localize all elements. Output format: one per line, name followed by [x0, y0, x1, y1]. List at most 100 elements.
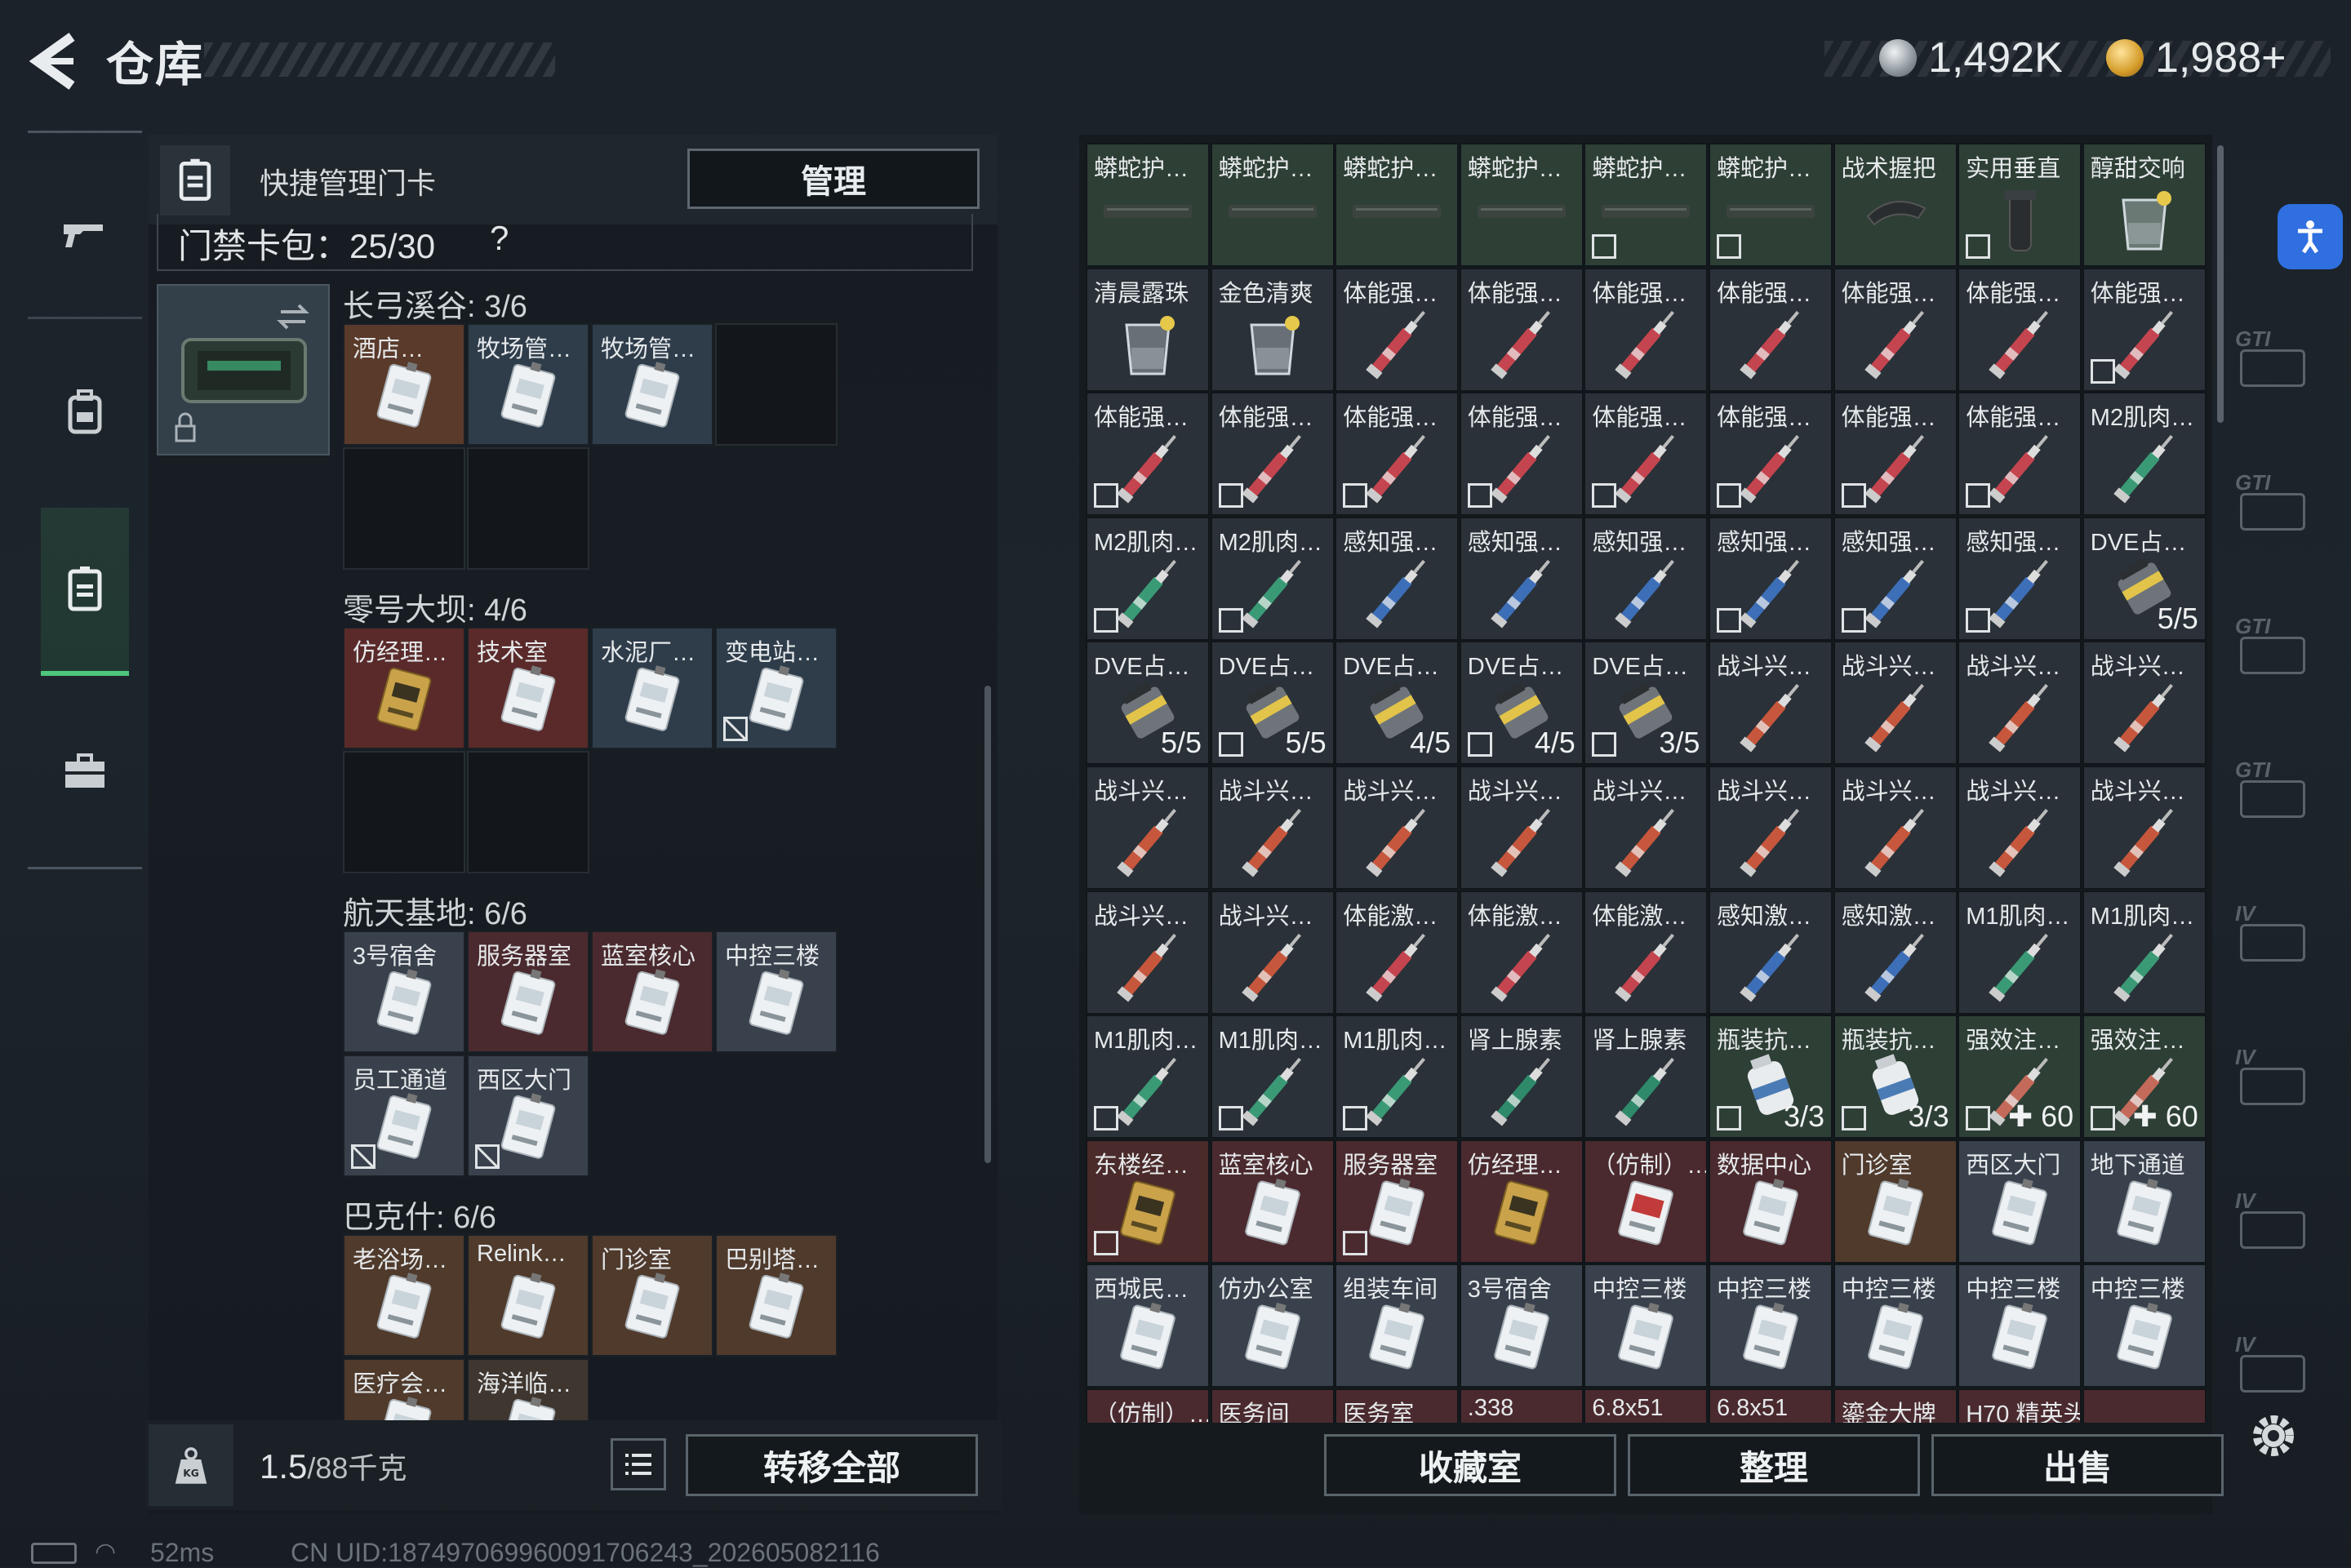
keycard-slot[interactable]: 牧场管…	[591, 323, 713, 446]
category-filter-icon[interactable]: IV	[2229, 1045, 2318, 1118]
storage-item[interactable]: 感知强…	[1335, 516, 1460, 641]
storage-item[interactable]: DVE占… 5/5	[1210, 641, 1335, 766]
storage-item[interactable]	[2082, 1388, 2207, 1423]
empty-card-slot[interactable]	[343, 447, 465, 570]
storage-item[interactable]: 强效注… ✚ 60	[2082, 1015, 2207, 1139]
storage-item[interactable]: 体能强…	[1958, 267, 2082, 392]
keycard-slot[interactable]: 门诊室	[591, 1234, 713, 1357]
storage-item[interactable]: 蟒蛇护…	[1709, 143, 1833, 267]
storage-item[interactable]: 体能强…	[1086, 392, 1210, 517]
storage-item[interactable]: 鎏金大牌	[1833, 1388, 1958, 1423]
storage-item[interactable]: M2肌肉…	[1210, 516, 1335, 641]
storage-item[interactable]: M2肌肉…	[2082, 392, 2207, 517]
storage-item[interactable]: DVE占… 5/5	[2082, 516, 2207, 641]
storage-item[interactable]: 感知强…	[1958, 516, 2082, 641]
gear-icon[interactable]	[2245, 1407, 2302, 1464]
empty-card-slot[interactable]	[715, 323, 838, 446]
storage-item[interactable]: 西城民…	[1086, 1264, 1210, 1388]
scrollbar[interactable]	[2217, 145, 2224, 423]
storage-item[interactable]: 瓶装抗… 3/3	[1709, 1015, 1833, 1139]
storage-item[interactable]: 组装车间	[1335, 1264, 1460, 1388]
transfer-all-button[interactable]: 转移全部	[686, 1434, 978, 1496]
storage-item[interactable]: 体能强…	[1958, 392, 2082, 517]
storage-item[interactable]: M1肌肉…	[2082, 890, 2207, 1015]
storage-item[interactable]: 战斗兴…	[1210, 890, 1335, 1015]
storage-item[interactable]: 体能激…	[1459, 890, 1584, 1015]
storage-item[interactable]: 战斗兴…	[1459, 766, 1584, 890]
keycard-slot[interactable]: 3号宿舍	[343, 931, 465, 1053]
storage-item[interactable]: 清晨露珠	[1086, 267, 1210, 392]
storage-item[interactable]: M1肌肉…	[1086, 1015, 1210, 1139]
keycard-slot[interactable]: 蓝室核心	[591, 931, 713, 1053]
accessibility-icon[interactable]	[2278, 204, 2343, 269]
keycard-slot[interactable]: 仿经理…	[343, 627, 465, 749]
storage-item[interactable]: 体能激…	[1584, 890, 1709, 1015]
storage-item[interactable]: 体能强…	[1833, 267, 1958, 392]
storage-item[interactable]: DVE占… 3/5	[1584, 641, 1709, 766]
storage-item[interactable]: 医务室	[1335, 1388, 1460, 1423]
keycard-slot[interactable]: 中控三楼	[715, 931, 838, 1053]
storage-item[interactable]: 感知强…	[1584, 516, 1709, 641]
storage-item[interactable]: 战斗兴…	[1335, 766, 1460, 890]
sort-button[interactable]: 整理	[1628, 1434, 1920, 1496]
storage-item[interactable]: 中控三楼	[1709, 1264, 1833, 1388]
storage-item[interactable]: 东楼经…	[1086, 1139, 1210, 1264]
storage-item[interactable]: 战斗兴…	[1958, 641, 2082, 766]
storage-item[interactable]: M1肌肉…	[1210, 1015, 1335, 1139]
category-filter-icon[interactable]: IV	[2229, 1332, 2318, 1406]
storage-item[interactable]: 战斗兴…	[1709, 766, 1833, 890]
keycard-slot[interactable]: 水泥厂…	[591, 627, 713, 749]
storage-item[interactable]: 蟒蛇护…	[1459, 143, 1584, 267]
keycard-slot[interactable]: 员工通道	[343, 1055, 465, 1177]
storage-item[interactable]: 实用垂直	[1958, 143, 2082, 267]
storage-item[interactable]: 感知激…	[1709, 890, 1833, 1015]
keycard-slot[interactable]: 巴别塔…	[715, 1234, 838, 1357]
category-filter-icon[interactable]: IV	[2229, 1188, 2318, 1262]
storage-item[interactable]: H70 精英头盔	[1958, 1388, 2082, 1423]
keycard-slot[interactable]: 西区大门	[467, 1055, 589, 1177]
storage-item[interactable]: DVE占… 5/5	[1086, 641, 1210, 766]
storage-item[interactable]: 感知强…	[1833, 516, 1958, 641]
storage-item[interactable]: 体能强…	[1335, 392, 1460, 517]
keycard-slot[interactable]: Relink…	[467, 1234, 589, 1357]
storage-item[interactable]: （仿制）…	[1584, 1139, 1709, 1264]
storage-item[interactable]: 金色清爽	[1210, 267, 1335, 392]
sell-button[interactable]: 出售	[1931, 1434, 2224, 1496]
storage-item[interactable]: 战斗兴…	[1709, 641, 1833, 766]
keycard-slot[interactable]: 酒店…	[343, 323, 465, 446]
category-filter-icon[interactable]: IV	[2229, 901, 2318, 975]
storage-item[interactable]: 6.8x51	[1584, 1388, 1709, 1423]
keycard-slot[interactable]: 服务器室	[467, 931, 589, 1053]
keycard-slot[interactable]: 医疗会…	[343, 1358, 465, 1420]
storage-item[interactable]: 仿经理…	[1459, 1139, 1584, 1264]
empty-card-slot[interactable]	[467, 751, 589, 873]
storage-item[interactable]: 醇甜交响	[2082, 143, 2207, 267]
storage-item[interactable]: 地下通道	[2082, 1139, 2207, 1264]
storage-item[interactable]: 肾上腺素	[1584, 1015, 1709, 1139]
storage-item[interactable]: 蟒蛇护…	[1210, 143, 1335, 267]
storage-item[interactable]: 战术握把	[1833, 143, 1958, 267]
storage-item[interactable]: 中控三楼	[1958, 1264, 2082, 1388]
storage-item[interactable]: M1肌肉…	[1958, 890, 2082, 1015]
storage-item[interactable]: DVE占… 4/5	[1459, 641, 1584, 766]
storage-item[interactable]: 体能强…	[1210, 392, 1335, 517]
storage-item[interactable]: 体能强…	[1584, 267, 1709, 392]
storage-item[interactable]: 蟒蛇护…	[1335, 143, 1460, 267]
storage-item[interactable]: 强效注… ✚ 60	[1958, 1015, 2082, 1139]
storage-item[interactable]: 战斗兴…	[1833, 766, 1958, 890]
keycard-slot[interactable]: 牧场管…	[467, 323, 589, 446]
storage-item[interactable]: 体能强…	[2082, 267, 2207, 392]
storage-item[interactable]: 3号宿舍	[1459, 1264, 1584, 1388]
collection-room-button[interactable]: 收藏室	[1324, 1434, 1616, 1496]
storage-item[interactable]: 仿办公室	[1210, 1264, 1335, 1388]
storage-item[interactable]: 数据中心	[1709, 1139, 1833, 1264]
empty-card-slot[interactable]	[343, 751, 465, 873]
storage-item[interactable]: 感知强…	[1709, 516, 1833, 641]
category-filter-icon[interactable]: GTI	[2229, 757, 2318, 831]
category-filter-icon[interactable]: GTI	[2229, 470, 2318, 544]
storage-item[interactable]: 体能强…	[1833, 392, 1958, 517]
storage-item[interactable]: DVE占… 4/5	[1335, 641, 1460, 766]
storage-item[interactable]: 战斗兴…	[1584, 766, 1709, 890]
storage-item[interactable]: 6.8x51	[1709, 1388, 1833, 1423]
storage-item[interactable]: .338	[1459, 1388, 1584, 1423]
